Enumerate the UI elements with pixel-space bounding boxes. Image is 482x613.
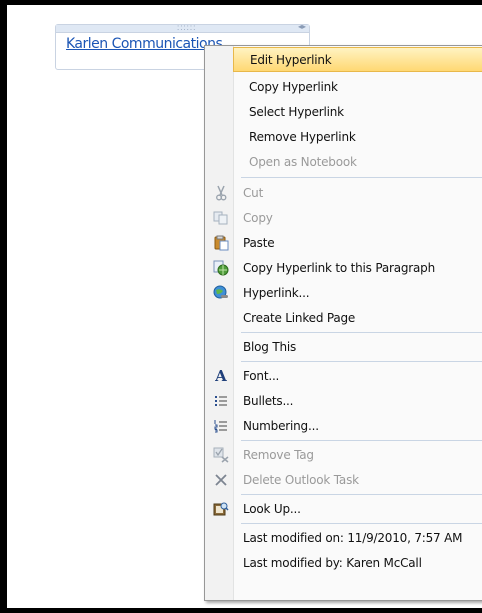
blank-icon (209, 337, 233, 357)
menu-item-copy-hyperlink-to-paragraph[interactable]: Copy Hyperlink to this Paragraph (207, 255, 482, 280)
menu-item-label: Copy (243, 210, 273, 225)
menu-item-label: Create Linked Page (243, 310, 356, 325)
menu-separator (241, 523, 482, 524)
context-menu: Edit Hyperlink Copy Hyperlink Select Hyp… (204, 45, 482, 601)
blank-icon (209, 528, 233, 548)
menu-separator (241, 494, 482, 495)
menu-item-label: Font... (243, 368, 280, 383)
menu-item-label: Bullets... (243, 393, 294, 408)
drag-dots-icon: :::::: (177, 23, 197, 32)
blank-icon (209, 553, 233, 573)
menu-item-label: Edit Hyperlink (250, 52, 332, 67)
menu-item-edit-hyperlink[interactable]: Edit Hyperlink (233, 47, 482, 72)
link-globe-icon (209, 258, 233, 278)
menu-item-cut[interactable]: Cut (207, 180, 482, 205)
menu-item-label: Blog This (243, 339, 297, 354)
menu-separator (241, 361, 482, 362)
hyperlink-globe-icon (209, 283, 233, 303)
blank-icon (209, 308, 233, 328)
menu-item-label: Look Up... (243, 501, 301, 516)
menu-separator (241, 177, 482, 178)
menu-item-last-modified-by: Last modified by: Karen McCall (207, 550, 482, 575)
bullets-icon (209, 391, 233, 411)
menu-item-remove-hyperlink[interactable]: Remove Hyperlink (207, 124, 482, 149)
menu-item-numbering[interactable]: Numbering... (207, 413, 482, 438)
menu-item-copy[interactable]: Copy (207, 205, 482, 230)
menu-item-label: Remove Hyperlink (249, 129, 356, 144)
menu-item-copy-hyperlink[interactable]: Copy Hyperlink (207, 74, 482, 99)
menu-item-label: Open as Notebook (249, 154, 357, 169)
menu-item-label: Select Hyperlink (249, 104, 344, 119)
menu-item-delete-outlook-task[interactable]: Delete Outlook Task (207, 467, 482, 492)
menu-item-open-as-notebook[interactable]: Open as Notebook (207, 149, 482, 174)
menu-item-label: Numbering... (243, 418, 319, 433)
menu-item-hyperlink[interactable]: Hyperlink... (207, 280, 482, 305)
copy-icon (209, 208, 233, 228)
menu-item-look-up[interactable]: Look Up... (207, 496, 482, 521)
menu-item-remove-tag[interactable]: Remove Tag (207, 442, 482, 467)
menu-item-label: Paste (243, 235, 275, 250)
menu-item-last-modified-on: Last modified on: 11/9/2010, 7:57 AM (207, 525, 482, 550)
scissors-icon (209, 183, 233, 203)
blank-icon (209, 77, 233, 97)
resize-arrows-icon[interactable]: ◂▸ (298, 22, 306, 31)
menu-item-paste[interactable]: Paste (207, 230, 482, 255)
menu-item-font[interactable]: A Font... (207, 363, 482, 388)
menu-separator (241, 332, 482, 333)
delete-x-icon (209, 470, 233, 490)
menu-item-label: Copy Hyperlink to this Paragraph (243, 260, 435, 275)
menu-item-create-linked-page[interactable]: Create Linked Page (207, 305, 482, 330)
menu-item-select-hyperlink[interactable]: Select Hyperlink (207, 99, 482, 124)
blank-icon (209, 102, 233, 122)
menu-item-blog-this[interactable]: Blog This (207, 334, 482, 359)
font-icon: A (215, 366, 227, 385)
menu-item-label: Last modified by: Karen McCall (243, 555, 422, 570)
menu-item-label: Copy Hyperlink (249, 79, 338, 94)
menu-item-label: Delete Outlook Task (243, 472, 359, 487)
menu-item-label: Last modified on: 11/9/2010, 7:57 AM (243, 530, 463, 545)
note-container-handle[interactable]: :::::: ◂▸ (56, 22, 309, 33)
menu-item-label: Remove Tag (243, 447, 314, 462)
menu-item-label: Cut (243, 185, 264, 200)
menu-separator (241, 440, 482, 441)
menu-item-bullets[interactable]: Bullets... (207, 388, 482, 413)
numbering-icon (209, 416, 233, 436)
remove-tag-icon (209, 445, 233, 465)
menu-item-label: Hyperlink... (243, 285, 310, 300)
lookup-book-icon (209, 499, 233, 519)
blank-icon (209, 152, 233, 172)
blank-icon (209, 127, 233, 147)
clipboard-icon (209, 233, 233, 253)
hyperlink-text[interactable]: Karlen Communications (66, 36, 223, 52)
